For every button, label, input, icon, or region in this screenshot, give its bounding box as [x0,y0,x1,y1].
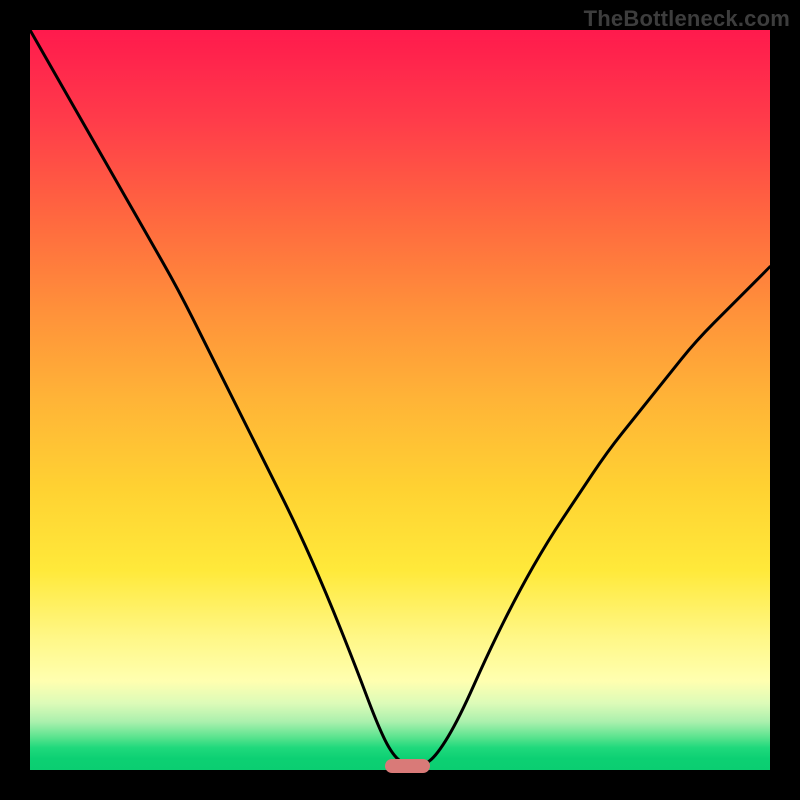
plot-area [30,30,770,770]
chart-frame: TheBottleneck.com [0,0,800,800]
curve-layer [30,30,770,770]
optimal-marker [385,759,429,773]
bottleneck-curve [30,30,770,766]
watermark-text: TheBottleneck.com [584,6,790,32]
